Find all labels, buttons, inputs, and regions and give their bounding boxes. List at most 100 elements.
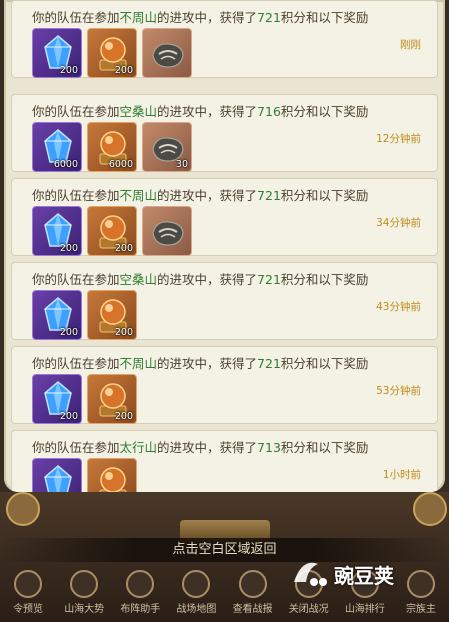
reward-message-card: 你的队伍在参加空桑山的进攻中，获得了716积分和以下奖励 12分钟前 6000 600… [11,94,438,172]
message-mid: 的进攻中，获得了 [157,272,258,287]
message-mid: 的进攻中，获得了 [157,440,258,455]
reward-items: 200 200 [32,374,137,424]
points-value: 721 [257,272,281,287]
reward-item-stone[interactable]: 30 [142,122,192,172]
nav-item-0[interactable]: 令预览 [0,568,56,622]
item-quantity: 30 [175,159,188,170]
reward-message-card: 你的队伍在参加空桑山的进攻中，获得了721积分和以下奖励 43分钟前 200 200 [11,262,438,340]
message-mid: 的进攻中，获得了 [157,104,258,119]
reward-item-orb[interactable]: 200 [87,374,137,424]
item-quantity: 200 [59,411,78,422]
wandoujia-logo-icon [294,562,327,586]
nav-item-3[interactable]: 战场地图 [168,568,224,622]
message-prefix: 你的队伍在参加 [32,188,120,203]
watermark-text: 豌豆荚 [334,564,394,588]
reward-item-orb[interactable]: 200 [87,206,137,256]
message-suffix: 积分和以下奖励 [280,356,369,371]
message-mid: 的进攻中，获得了 [157,188,258,203]
nav-item-label: 山海排行 [344,604,385,615]
item-quantity: 200 [59,243,78,254]
nav-item-label: 关闭战况 [288,604,329,615]
golden-orb-icon [99,467,127,492]
message-prefix: 你的队伍在参加 [32,104,120,119]
message-suffix: 积分和以下奖励 [280,440,369,455]
reward-message-text: 你的队伍在参加不周山的进攻中，获得了721积分和以下奖励 [32,353,368,372]
message-prefix: 你的队伍在参加 [32,356,120,371]
nav-item-4[interactable]: 查看战报 [225,568,281,622]
message-prefix: 你的队伍在参加 [32,10,120,25]
reward-item-crystal[interactable]: 200 [32,28,82,78]
mountain-icon [70,570,99,598]
item-quantity: 200 [59,327,78,338]
reward-item-orb[interactable]: 200 [87,28,137,78]
reward-item-crystal[interactable] [32,458,82,492]
jade-stone-icon [152,43,184,68]
reward-item-crystal[interactable]: 200 [32,374,82,424]
mountain-name: 空桑山 [119,104,158,119]
item-quantity: 6000 [108,159,133,170]
reward-item-orb[interactable]: 200 [87,290,137,340]
battle-reward-log-panel: 你的队伍在参加不周山的进攻中，获得了721积分和以下奖励 刚刚 200 200 你的队伍… [4,0,445,492]
nav-item-label: 宗族主 [405,604,436,615]
message-time: 12分钟前 [376,133,421,145]
message-mid: 的进攻中，获得了 [157,356,258,371]
nav-item-1[interactable]: 山海大势 [56,568,112,622]
message-time: 34分钟前 [376,217,421,229]
reward-message-card: 你的队伍在参加不周山的进攻中，获得了721积分和以下奖励 34分钟前 200 200 [11,178,438,256]
reward-item-crystal[interactable]: 6000 [32,122,82,172]
item-quantity: 200 [114,65,133,76]
jade-stone-icon [152,221,184,246]
points-value: 721 [257,356,281,371]
message-time: 43分钟前 [376,301,421,313]
reward-items: 200 200 [32,28,192,78]
right-ornament-button [413,492,447,526]
watermark-logo: 豌豆荚 [288,552,438,592]
reward-item-stone[interactable] [142,206,192,256]
blue-crystal-icon [44,465,72,492]
reward-item-crystal[interactable]: 200 [32,290,82,340]
reward-message-card: 你的队伍在参加不周山的进攻中，获得了721积分和以下奖励 53分钟前 200 200 [11,346,438,424]
mountain-name: 太行山 [119,440,158,455]
message-mid: 的进攻中，获得了 [157,10,258,25]
message-suffix: 积分和以下奖励 [280,272,369,287]
message-prefix: 你的队伍在参加 [32,272,120,287]
formation-icon [126,570,155,598]
reward-items: 200 200 [32,206,192,256]
reward-items [32,458,137,492]
map-icon [182,570,211,598]
reward-message-text: 你的队伍在参加不周山的进攻中，获得了721积分和以下奖励 [32,7,368,26]
reward-item-orb[interactable]: 6000 [87,122,137,172]
mountain-name: 不周山 [119,10,158,25]
message-suffix: 积分和以下奖励 [280,104,369,119]
reward-items: 200 200 [32,290,137,340]
left-ornament-button [6,492,40,526]
mountain-name: 不周山 [119,188,158,203]
points-value: 716 [257,104,281,119]
reward-items: 6000 6000 30 [32,122,192,172]
mountain-name: 空桑山 [119,272,158,287]
reward-item-stone[interactable] [142,28,192,78]
nav-item-label: 布阵助手 [120,604,161,615]
message-time: 刚刚 [400,39,421,51]
nav-item-label: 令预览 [13,604,44,615]
nav-item-2[interactable]: 布阵助手 [112,568,168,622]
message-time: 1小时前 [382,469,421,481]
item-quantity: 200 [114,243,133,254]
report-icon [238,570,267,598]
message-prefix: 你的队伍在参加 [32,440,120,455]
item-quantity: 200 [59,65,78,76]
message-suffix: 积分和以下奖励 [280,188,369,203]
item-quantity: 200 [114,327,133,338]
reward-message-text: 你的队伍在参加太行山的进攻中，获得了713积分和以下奖励 [32,437,368,456]
ticket-icon [14,570,43,598]
points-value: 721 [257,10,281,25]
points-value: 721 [257,188,281,203]
reward-item-orb[interactable] [87,458,137,492]
message-time: 53分钟前 [376,385,421,397]
reward-item-crystal[interactable]: 200 [32,206,82,256]
reward-message-text: 你的队伍在参加空桑山的进攻中，获得了716积分和以下奖励 [32,101,368,120]
points-value: 713 [257,440,281,455]
nav-item-label: 山海大势 [64,604,105,615]
reward-message-card: 你的队伍在参加不周山的进攻中，获得了721积分和以下奖励刚刚 200 200 [11,0,438,78]
reward-message-card: 你的队伍在参加太行山的进攻中，获得了713积分和以下奖励 1小时前 [11,430,438,492]
